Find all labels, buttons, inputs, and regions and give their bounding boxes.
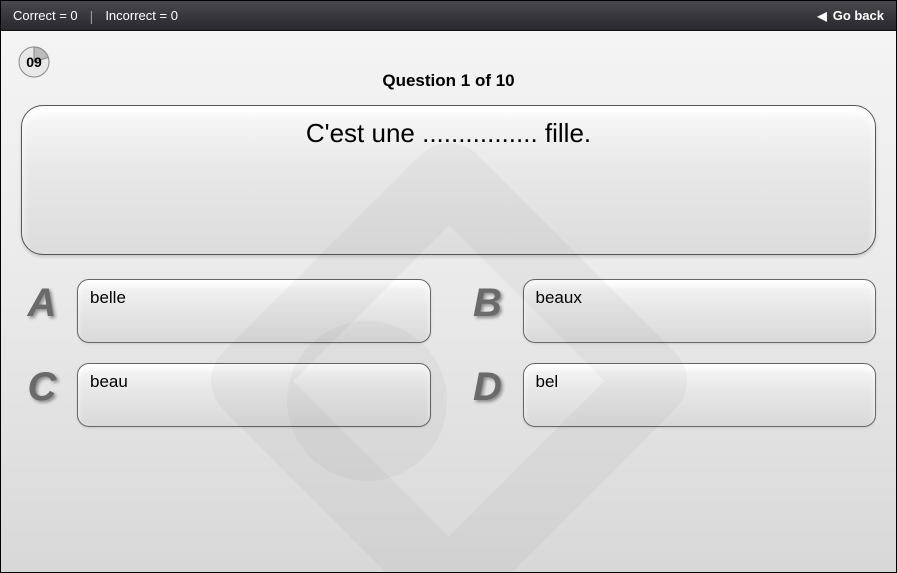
back-arrow-icon: ◀ [817, 9, 826, 23]
question-text: C'est une ................ fille. [306, 118, 591, 148]
answer-text: beaux [536, 288, 582, 307]
question-box: C'est une ................ fille. [21, 105, 876, 255]
go-back-label: Go back [833, 8, 884, 23]
answer-d: D bel [467, 363, 877, 427]
answer-letter: C [21, 367, 63, 407]
answer-text: beau [90, 372, 128, 391]
content-area: 09 Question 1 of 10 C'est une ..........… [1, 31, 896, 441]
score-group: Correct = 0 | Incorrect = 0 [13, 8, 178, 24]
incorrect-score: Incorrect = 0 [105, 8, 178, 23]
correct-score: Correct = 0 [13, 8, 78, 23]
answer-letter: A [21, 283, 63, 323]
answer-text: belle [90, 288, 126, 307]
answer-option-b[interactable]: beaux [523, 279, 877, 343]
answer-letter: B [467, 283, 509, 323]
answer-option-d[interactable]: bel [523, 363, 877, 427]
answer-c: C beau [21, 363, 431, 427]
score-divider: | [90, 8, 94, 24]
go-back-button[interactable]: ◀ Go back [817, 8, 884, 23]
answer-option-c[interactable]: beau [77, 363, 431, 427]
top-bar: Correct = 0 | Incorrect = 0 ◀ Go back [1, 1, 896, 31]
question-progress: Question 1 of 10 [17, 71, 880, 91]
answers-grid: A belle B beaux C beau D bel [17, 279, 880, 427]
answer-letter: D [467, 367, 509, 407]
answer-b: B beaux [467, 279, 877, 343]
timer-value: 09 [26, 54, 42, 70]
timer: 09 [17, 45, 51, 79]
answer-text: bel [536, 372, 559, 391]
answer-option-a[interactable]: belle [77, 279, 431, 343]
answer-a: A belle [21, 279, 431, 343]
